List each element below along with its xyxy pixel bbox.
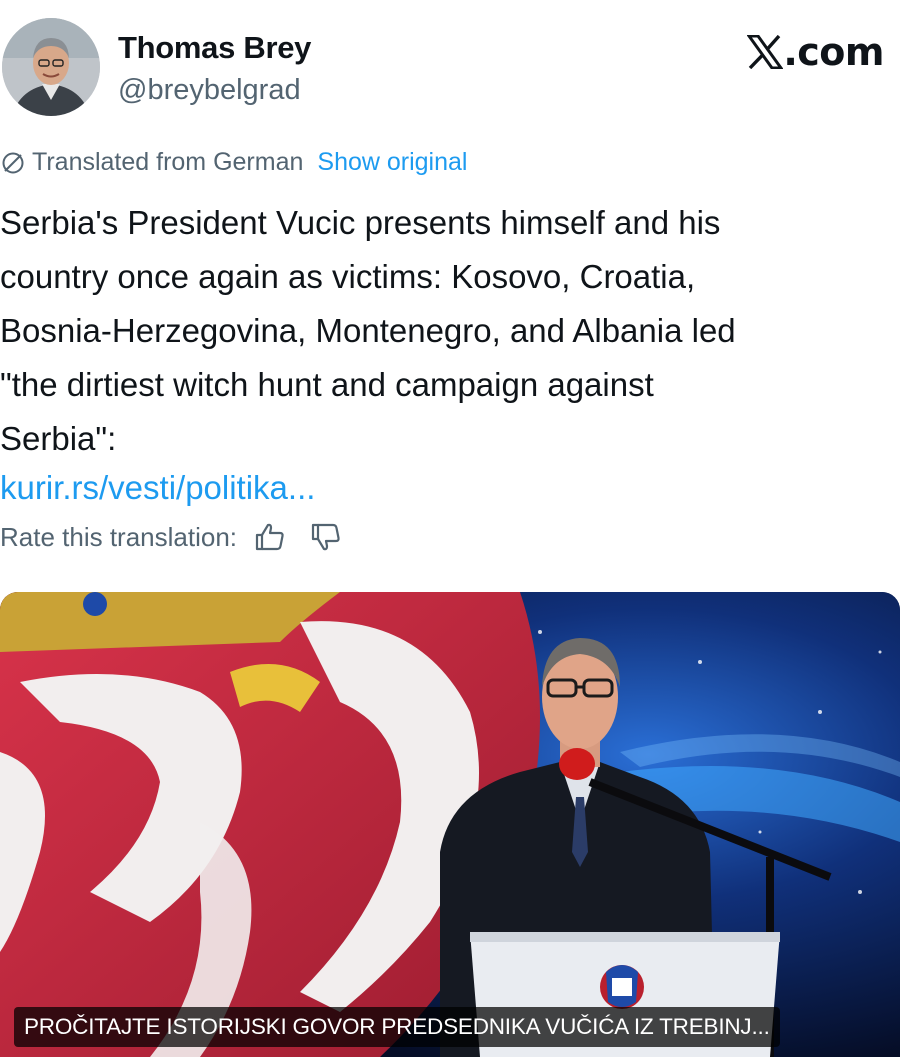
x-logo-icon: [747, 35, 784, 69]
x-logo[interactable]: .com: [747, 30, 884, 74]
tweet-link[interactable]: kurir.rs/vesti/politika...: [0, 461, 315, 515]
author-name[interactable]: Thomas Brey: [118, 30, 311, 66]
translation-notice: Translated from German Show original: [0, 148, 467, 177]
tweet-text: Serbia's President Vucic presents himsel…: [0, 204, 736, 457]
show-original-link[interactable]: Show original: [317, 148, 467, 177]
rate-label: Rate this translation:: [0, 521, 238, 552]
media-card[interactable]: PROČITAJTE ISTORIJSKI GOVOR PREDSEDNIKA …: [0, 592, 900, 1057]
thumbs-up-icon[interactable]: [253, 520, 287, 554]
translation-label: Translated from German: [32, 148, 304, 176]
avatar[interactable]: [2, 18, 100, 116]
rate-translation: Rate this translation:: [0, 520, 343, 554]
globe-icon: [2, 152, 24, 173]
media-caption: PROČITAJTE ISTORIJSKI GOVOR PREDSEDNIKA …: [14, 1007, 780, 1047]
author-handle[interactable]: @breybelgrad: [118, 74, 301, 107]
thumbs-down-icon[interactable]: [309, 520, 343, 554]
x-logo-text: .com: [783, 30, 884, 74]
tweet-card: Thomas Brey @breybelgrad .com Translated…: [0, 0, 900, 1057]
speech-photo: [0, 592, 900, 1057]
